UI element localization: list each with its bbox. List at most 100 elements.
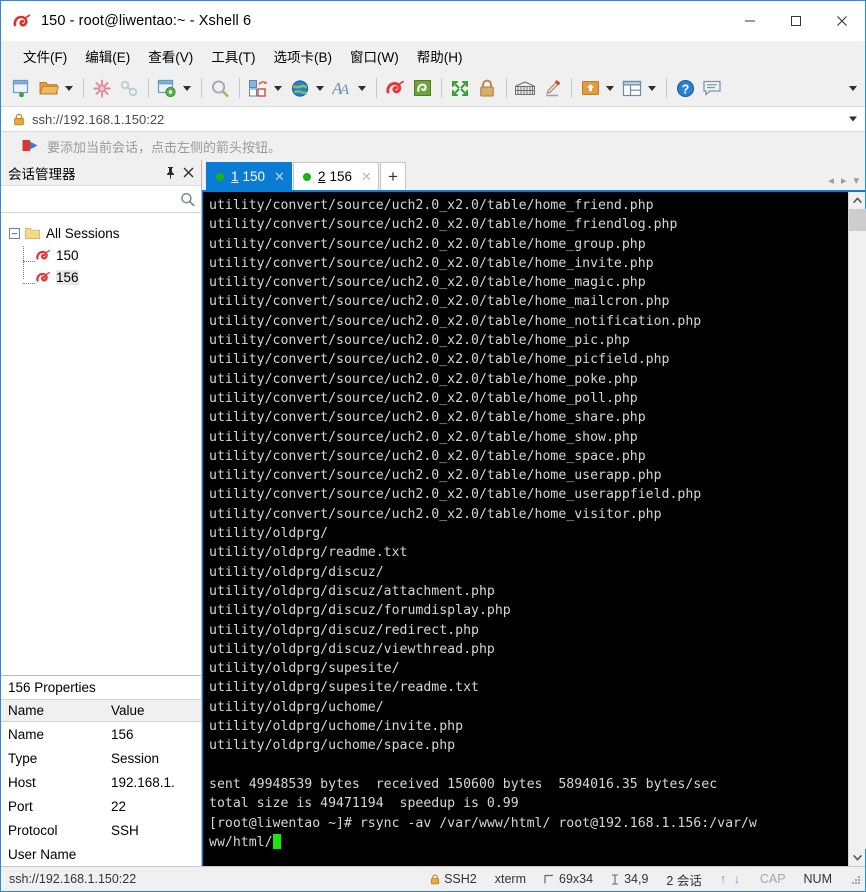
terminal-line: utility/convert/source/uch2.0_x2.0/table… bbox=[209, 448, 646, 464]
terminal-line: utility/oldprg/ bbox=[209, 526, 329, 542]
scrollbar-track[interactable] bbox=[848, 209, 866, 849]
terminal-line: utility/convert/source/uch2.0_x2.0/table… bbox=[209, 313, 702, 329]
search-icon[interactable] bbox=[180, 192, 195, 207]
property-value: 22 bbox=[111, 798, 127, 814]
properties-column-headers: Name Value bbox=[1, 699, 201, 722]
properties-dropdown-arrow[interactable] bbox=[181, 75, 193, 101]
terminal-line: utility/convert/source/uch2.0_x2.0/table… bbox=[209, 468, 662, 484]
minimize-button[interactable] bbox=[727, 1, 773, 41]
tab-close-icon[interactable]: ✕ bbox=[274, 169, 285, 185]
terminal-line: utility/oldprg/discuz/viewthread.php bbox=[209, 641, 495, 657]
menu-tools[interactable]: 工具(T) bbox=[202, 43, 264, 70]
pin-icon[interactable] bbox=[161, 164, 179, 182]
terminal-line: utility/oldprg/discuz/ bbox=[209, 564, 384, 580]
find-icon[interactable] bbox=[207, 75, 233, 101]
scrollbar-thumb[interactable] bbox=[848, 209, 866, 231]
session-search-row[interactable] bbox=[1, 186, 201, 213]
new-tab-button[interactable]: + bbox=[379, 162, 406, 190]
new-session-icon[interactable] bbox=[9, 75, 35, 101]
session-properties-icon[interactable] bbox=[154, 75, 180, 101]
tree-item-150[interactable]: 150 bbox=[1, 244, 201, 266]
tab-number: 1 bbox=[231, 169, 239, 184]
tab-menu-icon[interactable]: ▾ bbox=[851, 174, 861, 187]
property-value: Session bbox=[111, 750, 160, 766]
font-icon[interactable]: A A bbox=[329, 75, 355, 101]
scroll-up-button[interactable] bbox=[849, 192, 866, 209]
toolbar-separator bbox=[441, 78, 442, 98]
terminal-line: total size is 49471194 speedup is 0.99 bbox=[209, 796, 519, 812]
tab-session-156[interactable]: 2 156 ✕ bbox=[292, 162, 379, 190]
terminal-line: utility/convert/source/uch2.0_x2.0/table… bbox=[209, 236, 646, 252]
status-caps-lock: CAP bbox=[759, 872, 786, 886]
toolbar: A A ? bbox=[1, 70, 865, 106]
session-tree: – All Sessions 150 156 bbox=[1, 213, 201, 675]
property-row: Type Session bbox=[1, 746, 201, 770]
terminal-line: utility/convert/source/uch2.0_x2.0/table… bbox=[209, 333, 630, 349]
split-dropdown-arrow[interactable] bbox=[646, 75, 658, 101]
globe-dropdown-arrow[interactable] bbox=[314, 75, 326, 101]
help-icon[interactable]: ? bbox=[672, 75, 698, 101]
toolbar-overflow-button[interactable] bbox=[847, 78, 859, 98]
status-term-type: xterm bbox=[494, 872, 526, 886]
expander-icon[interactable]: – bbox=[9, 227, 20, 239]
highlight-pen-icon[interactable] bbox=[539, 75, 565, 101]
terminal-wrapper: utility/convert/source/uch2.0_x2.0/table… bbox=[202, 192, 866, 866]
tab-next-icon[interactable]: ▸ bbox=[839, 174, 849, 187]
scroll-down-button[interactable] bbox=[849, 849, 866, 866]
notice-bar: 要添加当前会话，点击左侧的箭头按钮。 bbox=[1, 132, 865, 160]
cursor-position-icon bbox=[611, 873, 619, 885]
tab-prev-icon[interactable]: ◂ bbox=[826, 174, 836, 187]
transfer-icon[interactable] bbox=[577, 75, 603, 101]
terminal-line: utility/convert/source/uch2.0_x2.0/table… bbox=[209, 294, 670, 310]
open-folder-icon[interactable] bbox=[36, 75, 62, 101]
fullscreen-icon[interactable] bbox=[447, 75, 473, 101]
menu-tabs[interactable]: 选项卡(B) bbox=[265, 43, 342, 70]
address-bar[interactable]: ssh://192.168.1.150:22 bbox=[1, 106, 865, 132]
terminal-line: utility/convert/source/uch2.0_x2.0/table… bbox=[209, 371, 638, 387]
font-dropdown-arrow[interactable] bbox=[356, 75, 368, 101]
xshell-icon[interactable] bbox=[382, 75, 408, 101]
status-session-count: 2 会话 bbox=[666, 873, 702, 888]
resize-grip-icon[interactable] bbox=[841, 874, 865, 885]
menu-edit[interactable]: 编辑(E) bbox=[76, 43, 139, 70]
tab-session-150[interactable]: 1 150 ✕ bbox=[206, 162, 292, 190]
xftp-icon[interactable] bbox=[409, 75, 435, 101]
keyboard-icon[interactable] bbox=[512, 75, 538, 101]
reconnect-icon[interactable] bbox=[116, 75, 142, 101]
tree-guide-line bbox=[23, 261, 35, 262]
terminal-scrollbar[interactable] bbox=[848, 192, 866, 866]
xshell-window: 150 - root@liwentao:~ - Xshell 6 文件(F) 编… bbox=[0, 0, 866, 892]
address-input[interactable]: ssh://192.168.1.150:22 bbox=[32, 112, 164, 127]
close-panel-icon[interactable] bbox=[179, 164, 197, 182]
feedback-icon[interactable] bbox=[699, 75, 725, 101]
menu-help[interactable]: 帮助(H) bbox=[408, 43, 472, 70]
menu-view[interactable]: 查看(V) bbox=[139, 43, 202, 70]
terminal-line: utility/oldprg/supesite/ bbox=[209, 661, 400, 677]
split-view-icon[interactable] bbox=[619, 75, 645, 101]
disconnect-icon[interactable] bbox=[89, 75, 115, 101]
globe-icon[interactable] bbox=[287, 75, 313, 101]
folder-icon bbox=[25, 227, 40, 240]
menu-window[interactable]: 窗口(W) bbox=[341, 43, 408, 70]
maximize-button[interactable] bbox=[773, 1, 819, 41]
close-button[interactable] bbox=[819, 1, 865, 41]
terminal-line: utility/convert/source/uch2.0_x2.0/table… bbox=[209, 255, 654, 271]
terminal-line: utility/convert/source/uch2.0_x2.0/table… bbox=[209, 198, 654, 213]
tree-item-156[interactable]: 156 bbox=[1, 266, 201, 288]
transfer-dropdown-arrow[interactable] bbox=[604, 75, 616, 101]
terminal-line: utility/oldprg/uchome/invite.php bbox=[209, 719, 464, 735]
menu-file[interactable]: 文件(F) bbox=[14, 43, 76, 70]
tab-close-icon[interactable]: ✕ bbox=[361, 169, 372, 185]
lock-icon[interactable] bbox=[474, 75, 500, 101]
address-dropdown-arrow[interactable] bbox=[849, 116, 857, 122]
property-value: 156 bbox=[111, 726, 134, 742]
terminal-line: utility/oldprg/uchome/space.php bbox=[209, 738, 456, 754]
folder-dropdown-arrow[interactable] bbox=[63, 75, 75, 101]
status-size: 69x34 bbox=[535, 872, 602, 886]
layout-icon[interactable] bbox=[245, 75, 271, 101]
terminal-output[interactable]: utility/convert/source/uch2.0_x2.0/table… bbox=[203, 192, 848, 866]
tree-root-all-sessions[interactable]: – All Sessions bbox=[1, 222, 201, 244]
tab-number: 2 bbox=[317, 169, 326, 184]
layout-dropdown-arrow[interactable] bbox=[272, 75, 284, 101]
terminal-line: utility/oldprg/readme.txt bbox=[209, 545, 408, 561]
